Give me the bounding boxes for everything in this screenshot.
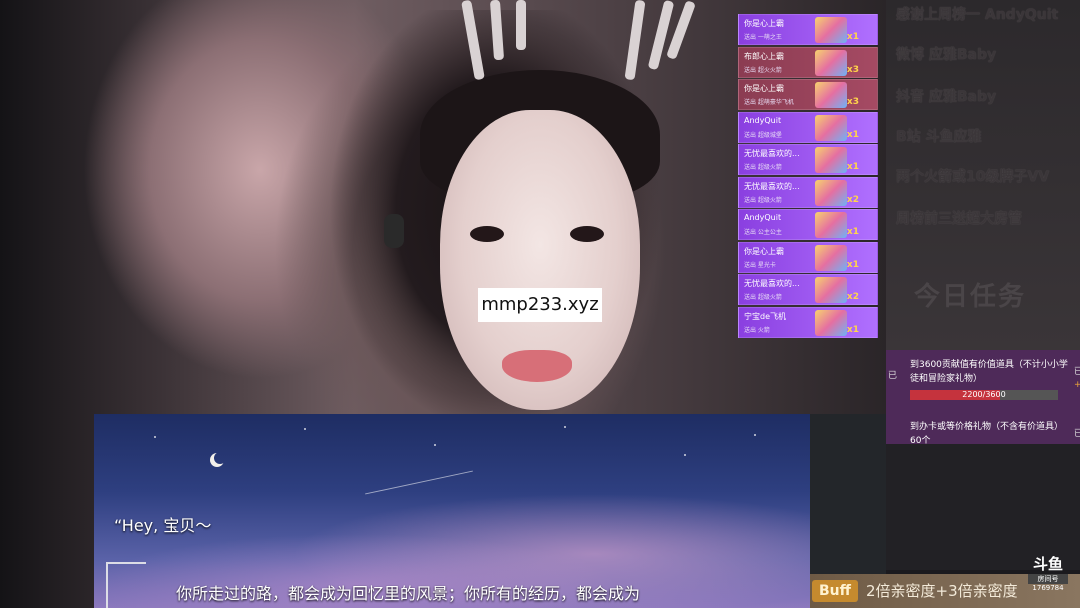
logo-brand: 斗鱼 [1032,555,1063,573]
star-icon [304,428,306,430]
gift-item: 你是心上霸送出 超萌豪华飞机 x3 [738,79,878,110]
info-line-bilibili: B站 斗鱼应雅 [896,129,982,145]
logo-room-label: 房间号 [1028,574,1068,584]
dark-panel [810,414,886,574]
gift-desc: 送出 超级火箭 [744,196,782,204]
gift-desc: 送出 火箭 [744,326,770,334]
caption-line: 你所走过的路，都会成为回忆里的风景；你所有的经历，都会成为 [176,584,641,603]
tasks-title: 今日任务 [914,282,1027,312]
gift-desc: 送出 超级火箭 [744,294,782,301]
star-icon [564,426,566,428]
gift-item: 无忧最喜欢的... 送出 超级火箭 x2 [738,274,878,305]
star-icon [434,444,436,446]
buff-text: 2倍亲密度+3倍亲密度 [866,582,1018,600]
task-side-2: + [1074,380,1080,390]
watermark-label: mmp233.xyz [478,288,602,322]
gift-image-icon [815,179,847,206]
gift-item: 无忧最喜欢的... 送出 超级火箭 x2 [738,176,878,208]
gift-sender: 无忧最喜欢的... [744,149,800,158]
gift-sender: AndyQuit [744,115,782,125]
gift-desc: 送出 一萌之王 [744,34,782,41]
gift-item: 无忧最喜欢的... 送出 超级火箭 x1 [738,144,878,175]
gift-desc: 送出 超萌豪华飞机 [744,99,794,106]
gift-item: AndyQuit 送出 超级城堡 x1 [738,111,878,143]
info-line-weibo: 微博 应雅Baby [896,47,997,63]
gift-desc: 送出 公主公主 [744,229,782,236]
gift-desc: 送出 超火火箭 [744,66,782,74]
streamer-eye-left [470,226,504,242]
buff-badge: Buff [812,580,858,602]
gift-item: 宁宝de飞机 送出 火箭 x1 [738,306,878,338]
gift-count: x1 [846,324,859,335]
gift-item: AndyQuit 送出 公主公主 x1 [738,209,878,240]
gift-count: x2 [846,292,859,302]
gift-item: 你是心上霸送出 星光卡 x1 [738,241,878,273]
gift-image-icon [815,49,847,76]
sky-video-overlay: “Hey, 宝贝～ 你所走过的路，都会成为回忆里的风景；你所有的经历，都会成为 [94,414,810,608]
gift-image-icon [815,244,847,271]
star-icon [754,434,756,436]
streamer-eye-right [570,226,604,242]
lower-right-panel [886,444,1080,570]
earphone [384,214,404,248]
info-line-weekly: 周榜前三送超大房管 [896,211,1022,227]
shooting-star [365,470,473,495]
task-side-1: 已 [1074,367,1080,377]
streamer-mouth [502,350,572,382]
gift-count: x3 [846,64,859,75]
gift-count: x1 [846,162,859,172]
gift-item: 布郎心上霸送出 超火火箭 x3 [738,46,878,78]
gift-image-icon [815,114,847,141]
gift-sender: 你是心上霸 [744,246,784,256]
moon-icon [214,452,226,464]
gift-image-icon [815,82,847,108]
task-side-3: 已 [1074,429,1080,439]
gift-desc: 送出 超级火箭 [744,164,782,171]
task-item-1: 到3600贡献值有价值道具（不计小小学徒和冒险家礼物） [910,360,1068,384]
cat-ear-left-inner2 [516,0,526,50]
gift-image-icon [815,212,847,238]
star-icon [154,436,156,438]
gift-image-icon [815,147,847,173]
logo-room-id: 1769784 [1032,584,1064,592]
star-icon [684,454,686,456]
gift-sender: 布郎心上霸 [744,51,784,61]
gift-image-icon [815,309,847,336]
task-progress-bar: 2200/3600 [910,390,1058,400]
gift-count: x3 [846,97,859,107]
gift-sender: 无忧最喜欢的... [744,181,800,191]
caption-greeting: “Hey, 宝贝～ [114,516,212,535]
info-line-douyin: 抖音 应雅Baby [896,89,997,105]
task-edge-label: 已 [888,371,898,381]
info-line-rocket: 两个火箭或10级牌子VV [896,169,1050,185]
gift-sender: 你是心上霸 [744,84,784,93]
gift-count: x2 [846,194,859,205]
gift-image-icon [815,277,847,303]
gift-count: x1 [846,129,859,140]
gift-count: x1 [846,259,859,270]
gift-count: x1 [846,32,859,42]
gift-sender: AndyQuit [744,213,782,222]
gift-sender: 你是心上霸 [744,19,784,28]
tasks-panel: 已 到3600贡献值有价值道具（不计小小学徒和冒险家礼物） 2200/3600 … [886,350,1080,446]
info-panel: 感谢上周榜一 AndyQuit 微博 应雅Baby 抖音 应雅Baby B站 斗… [886,0,1080,350]
task-progress-text: 2200/3600 [962,390,1006,399]
info-line-thanks: 感谢上周榜一 AndyQuit [896,7,1059,23]
douyu-logo: 斗鱼 房间号 1769784 [1028,556,1068,598]
gift-desc: 送出 星光卡 [744,261,776,269]
gift-desc: 送出 超级城堡 [744,131,782,139]
gift-count: x1 [846,227,859,237]
gift-sender: 宁宝de飞机 [744,311,786,321]
gift-image-icon [815,17,847,43]
gift-sender: 无忧最喜欢的... [744,279,800,288]
gift-item: 你是心上霸送出 一萌之王 x1 [738,14,878,45]
crane-silhouette [106,562,146,608]
